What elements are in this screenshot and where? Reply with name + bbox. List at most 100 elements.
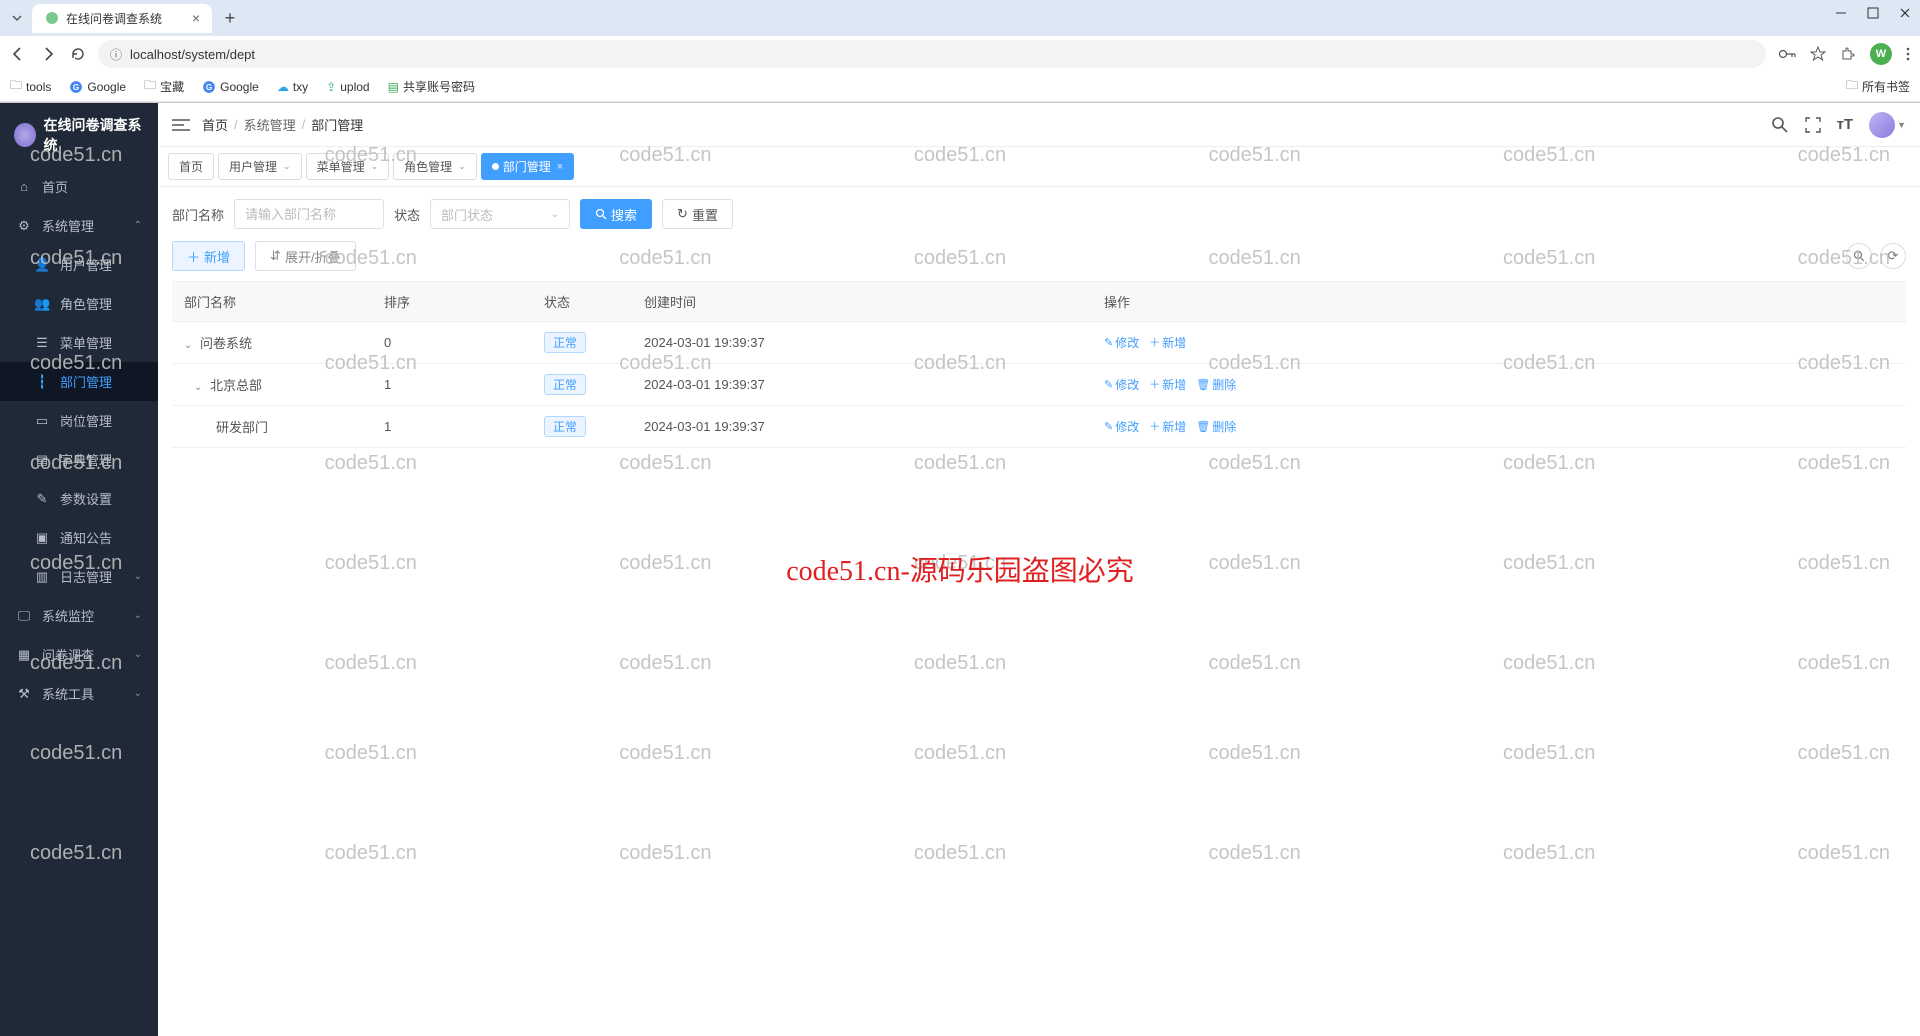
table-row: ⌄问卷系统0正常2024-03-01 19:39:37✎修改＋新增	[172, 322, 1906, 364]
chevron-down-icon[interactable]	[8, 9, 26, 27]
delete-action[interactable]: 🗑删除	[1196, 376, 1236, 393]
minimize-icon[interactable]	[1834, 6, 1848, 20]
sidebar-item-log-mgmt[interactable]: ▥日志管理⌄	[0, 557, 158, 596]
search-icon	[595, 208, 607, 220]
tab-home[interactable]: 首页	[168, 153, 214, 180]
sidebar-item-dept-mgmt[interactable]: ┇部门管理	[0, 362, 158, 401]
status-badge: 正常	[544, 374, 586, 395]
browser-tab[interactable]: 在线问卷调查系统 ×	[32, 4, 212, 33]
sidebar-item-home[interactable]: ⌂ 首页	[0, 167, 158, 206]
plus-icon: ＋	[187, 247, 200, 266]
sidebar-item-menu-mgmt[interactable]: ☰菜单管理	[0, 323, 158, 362]
chevron-down-icon[interactable]: ▼	[1897, 120, 1906, 130]
sidebar-item-user-mgmt[interactable]: 👤用户管理	[0, 245, 158, 284]
dept-name-input[interactable]	[234, 199, 384, 229]
col-sort: 排序	[372, 282, 532, 322]
edit-action[interactable]: ✎修改	[1104, 418, 1139, 435]
close-icon[interactable]: ×	[557, 161, 563, 173]
tree-icon: ┇	[34, 374, 50, 390]
sidebar-item-role-mgmt[interactable]: 👥角色管理	[0, 284, 158, 323]
tab-role[interactable]: 角色管理⌄	[393, 153, 477, 180]
bookmark-txy[interactable]: ☁txy	[277, 80, 308, 94]
back-icon[interactable]	[10, 46, 26, 62]
bookmark-uplod[interactable]: ⇪uplod	[326, 80, 369, 94]
delete-action[interactable]: 🗑删除	[1196, 418, 1236, 435]
close-icon[interactable]	[1898, 6, 1912, 20]
sidebar-item-post-mgmt[interactable]: ▭岗位管理	[0, 401, 158, 440]
font-size-icon[interactable]: ᴛT	[1837, 116, 1854, 133]
bookmark-shared[interactable]: ▤共享账号密码	[388, 78, 475, 95]
table-row: 研发部门1正常2024-03-01 19:39:37✎修改＋新增🗑删除	[172, 406, 1906, 448]
tree-toggle-icon[interactable]: ⌄	[184, 340, 194, 351]
maximize-icon[interactable]	[1866, 6, 1880, 20]
tab-dept[interactable]: 部门管理×	[481, 153, 574, 180]
breadcrumb-system[interactable]: 系统管理	[244, 115, 296, 134]
all-bookmarks[interactable]: 🗀所有书签	[1846, 76, 1910, 97]
refresh-icon[interactable]: ⟳	[1880, 243, 1906, 269]
reset-button[interactable]: ↻ 重置	[662, 199, 733, 229]
menu-dots-icon[interactable]	[1906, 46, 1910, 62]
password-icon[interactable]	[1778, 47, 1796, 61]
forward-icon[interactable]	[40, 46, 56, 62]
breadcrumb-home[interactable]: 首页	[202, 115, 228, 134]
sidebar-item-survey[interactable]: ▦问卷调查⌄	[0, 635, 158, 674]
extensions-icon[interactable]	[1840, 46, 1856, 62]
search-toggle-icon[interactable]	[1846, 243, 1872, 269]
refresh-icon: ↻	[677, 206, 688, 222]
user-icon: 👤	[34, 257, 50, 273]
monitor-icon: 🖵	[16, 608, 32, 624]
tab-menu[interactable]: 菜单管理⌄	[306, 153, 390, 180]
bookmarks-bar: 🗀tools GGoogle 🗀宝藏 GGoogle ☁txy ⇪uplod ▤…	[0, 72, 1920, 102]
new-tab-button[interactable]: +	[218, 6, 242, 30]
add-action[interactable]: ＋新增	[1149, 376, 1186, 393]
chevron-down-icon: ⌄	[134, 688, 142, 699]
bookmark-tools[interactable]: 🗀tools	[10, 76, 51, 97]
profile-avatar[interactable]: W	[1870, 43, 1892, 65]
folder-icon: 🗀	[1846, 76, 1858, 97]
bookmark-treasure[interactable]: 🗀宝藏	[144, 76, 184, 97]
list-icon: ☰	[34, 335, 50, 351]
user-avatar[interactable]	[1869, 112, 1895, 138]
edit-action[interactable]: ✎修改	[1104, 334, 1139, 351]
sidebar-item-monitor[interactable]: 🖵系统监控⌄	[0, 596, 158, 635]
sidebar-item-notice-mgmt[interactable]: ▣通知公告	[0, 518, 158, 557]
chevron-up-icon: ⌃	[134, 220, 142, 231]
briefcase-icon: ▭	[34, 413, 50, 429]
sidebar-item-dict-mgmt[interactable]: ▤字典管理	[0, 440, 158, 479]
edit-action[interactable]: ✎修改	[1104, 376, 1139, 393]
chevron-down-icon: ⌄	[458, 161, 466, 172]
status-label: 状态	[394, 205, 420, 224]
status-badge: 正常	[544, 332, 586, 353]
sidebar-item-tool[interactable]: ⚒系统工具⌄	[0, 674, 158, 713]
collapse-toggle-icon[interactable]	[172, 118, 190, 132]
gear-icon: ⚙	[16, 218, 32, 234]
chevron-down-icon: ⌄	[371, 161, 379, 172]
upload-icon: ⇪	[326, 80, 336, 94]
tool-icon: ⚒	[16, 686, 32, 702]
survey-icon: ▦	[16, 647, 32, 663]
view-tabs: 首页 用户管理⌄ 菜单管理⌄ 角色管理⌄ 部门管理×	[158, 147, 1920, 187]
tab-user[interactable]: 用户管理⌄	[218, 153, 302, 180]
col-created: 创建时间	[632, 282, 1092, 322]
close-icon[interactable]: ×	[192, 10, 200, 26]
status-select[interactable]: 部门状态 ⌄	[430, 199, 570, 229]
bookmark-google1[interactable]: GGoogle	[69, 80, 126, 94]
expand-collapse-button[interactable]: ⇵展开/折叠	[255, 241, 356, 271]
sidebar-item-param-mgmt[interactable]: ✎参数设置	[0, 479, 158, 518]
reload-icon[interactable]	[70, 46, 86, 62]
bookmark-google2[interactable]: GGoogle	[202, 80, 259, 94]
add-button[interactable]: ＋新增	[172, 241, 245, 271]
address-bar[interactable]: ⓘ localhost/system/dept	[98, 40, 1766, 68]
sidebar-item-system[interactable]: ⚙ 系统管理 ⌃	[0, 206, 158, 245]
folder-icon: 🗀	[10, 76, 22, 97]
tree-toggle-icon[interactable]: ⌄	[194, 382, 204, 393]
dept-table: 部门名称 排序 状态 创建时间 操作 ⌄问卷系统0正常2024-03-01 19…	[158, 281, 1920, 1036]
search-button[interactable]: 搜索	[580, 199, 652, 229]
search-icon[interactable]	[1771, 116, 1789, 134]
add-action[interactable]: ＋新增	[1149, 418, 1186, 435]
col-name: 部门名称	[172, 282, 372, 322]
add-action[interactable]: ＋新增	[1149, 334, 1186, 351]
fullscreen-icon[interactable]	[1805, 117, 1821, 133]
add-action-icon: ＋	[1149, 376, 1160, 392]
star-icon[interactable]	[1810, 46, 1826, 62]
